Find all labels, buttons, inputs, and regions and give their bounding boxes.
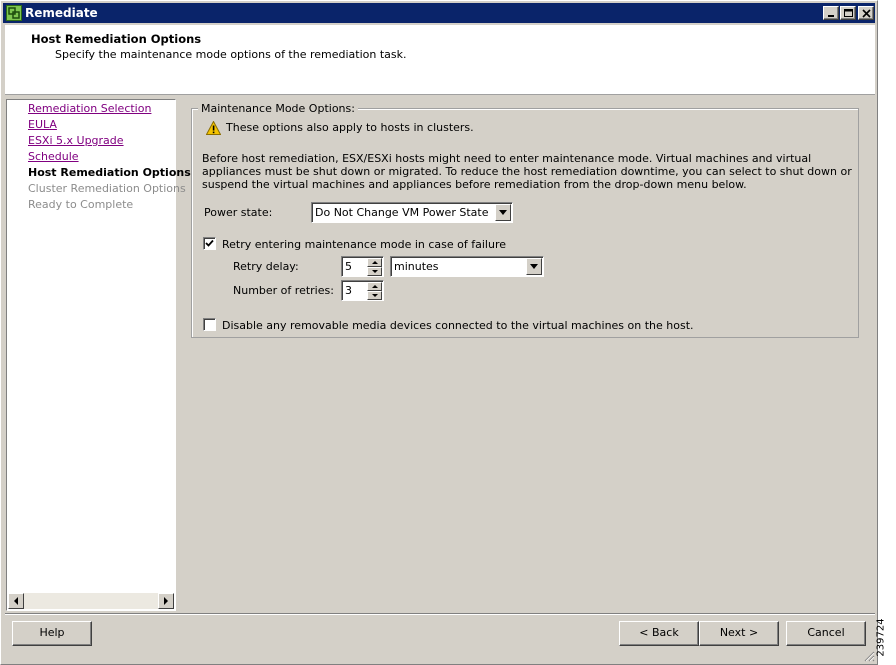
retry-checkbox[interactable] <box>203 237 216 250</box>
maintenance-mode-legend: Maintenance Mode Options: <box>198 102 358 115</box>
sidebar-horizontal-scrollbar[interactable] <box>8 593 174 609</box>
page-subtitle: Specify the maintenance mode options of … <box>55 48 407 61</box>
cancel-button[interactable]: Cancel <box>786 621 866 646</box>
maximize-icon <box>844 9 853 17</box>
minimize-button[interactable] <box>823 6 839 20</box>
back-button[interactable]: < Back <box>619 621 699 646</box>
resize-grip-icon[interactable] <box>863 650 875 662</box>
maintenance-description: Before host remediation, ESX/ESXi hosts … <box>202 152 852 191</box>
retries-stepper[interactable]: 3 <box>341 280 384 301</box>
minimize-icon <box>828 15 834 17</box>
figure-id: 239724 <box>876 612 894 664</box>
retry-delay-stepper[interactable]: 5 <box>341 256 384 277</box>
arrow-right-icon <box>164 597 168 605</box>
figure-id-text: 239724 <box>875 618 887 657</box>
scroll-right-button[interactable] <box>158 593 174 609</box>
scroll-left-button[interactable] <box>8 593 24 609</box>
cluster-warning-text: These options also apply to hosts in clu… <box>226 121 474 134</box>
page-title: Host Remediation Options <box>31 32 202 46</box>
step-cluster-remediation-options: Cluster Remediation Options <box>28 182 186 195</box>
chevron-down-icon <box>372 270 378 273</box>
app-icon <box>6 5 22 21</box>
maintenance-mode-options-group: Maintenance Mode Options: These options … <box>191 102 859 338</box>
retry-delay-unit-dropdown-button[interactable] <box>526 258 542 275</box>
retries-label: Number of retries: <box>233 284 334 297</box>
retry-delay-label: Retry delay: <box>233 260 299 273</box>
power-state-label: Power state: <box>204 206 273 219</box>
chevron-up-icon <box>372 285 378 288</box>
chevron-down-icon <box>530 264 538 269</box>
power-state-dropdown[interactable]: Do Not Change VM Power State <box>311 202 513 223</box>
step-ready-to-complete: Ready to Complete <box>28 198 134 211</box>
next-button[interactable]: Next > <box>699 621 779 646</box>
step-eula[interactable]: EULA <box>28 118 57 131</box>
checkmark-icon <box>205 239 214 247</box>
disable-media-checkbox[interactable] <box>203 318 216 331</box>
retries-value: 3 <box>345 284 352 297</box>
page-header: Host Remediation Options Specify the mai… <box>5 25 875 95</box>
retry-delay-value: 5 <box>345 260 352 273</box>
title-bar[interactable]: Remediate <box>3 3 875 23</box>
retry-delay-unit-dropdown[interactable]: minutes <box>390 256 544 277</box>
retry-delay-down-button[interactable] <box>367 267 382 276</box>
warning-icon <box>206 121 221 135</box>
retry-label: Retry entering maintenance mode in case … <box>222 238 507 251</box>
wizard-steps: Remediation Selection EULA ESXi 5.x Upgr… <box>6 99 191 611</box>
retry-delay-up-button[interactable] <box>367 258 382 267</box>
step-schedule[interactable]: Schedule <box>28 150 79 163</box>
step-esxi-upgrade[interactable]: ESXi 5.x Upgrade <box>28 134 124 147</box>
power-state-dropdown-button[interactable] <box>495 204 511 221</box>
retries-up-button[interactable] <box>367 282 382 291</box>
help-button[interactable]: Help <box>12 621 92 646</box>
power-state-value: Do Not Change VM Power State <box>315 206 489 219</box>
maximize-button[interactable] <box>840 6 856 20</box>
step-remediation-selection[interactable]: Remediation Selection <box>28 102 151 115</box>
footer-divider <box>5 613 875 615</box>
step-host-remediation-options: Host Remediation Options <box>28 166 191 179</box>
close-icon <box>862 9 871 18</box>
window-title: Remediate <box>25 6 98 20</box>
chevron-down-icon <box>372 294 378 297</box>
close-button[interactable] <box>858 6 874 20</box>
retries-down-button[interactable] <box>367 291 382 300</box>
remediate-dialog: Remediate Host Remediation Options Speci… <box>0 0 878 665</box>
retry-delay-unit-value: minutes <box>394 260 439 273</box>
disable-media-label: Disable any removable media devices conn… <box>222 319 694 332</box>
chevron-down-icon <box>499 210 507 215</box>
chevron-up-icon <box>372 261 378 264</box>
arrow-left-icon <box>14 597 18 605</box>
